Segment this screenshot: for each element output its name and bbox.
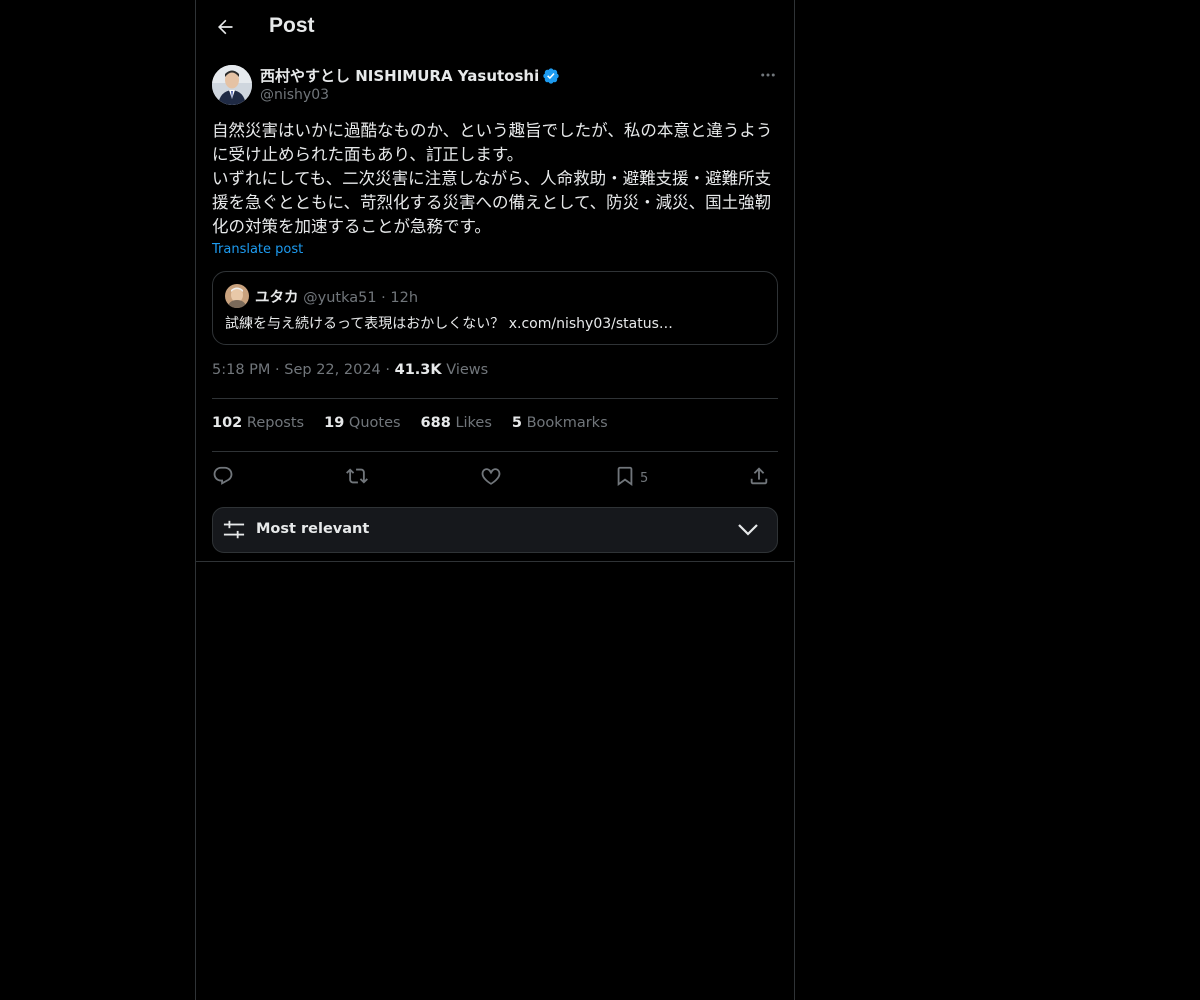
stat-bookmarks[interactable]: 5 Bookmarks xyxy=(512,415,608,431)
page-title: Post xyxy=(269,14,315,37)
more-options-button[interactable] xyxy=(756,64,780,86)
main-column: Post 西村やすとし NISHIMURA Yasutoshi @nishy03… xyxy=(195,0,795,1000)
quote-avatar-image xyxy=(225,284,249,308)
share-button[interactable] xyxy=(748,462,770,490)
repost-icon xyxy=(346,468,368,484)
post-stats: 102 Reposts 19 Quotes 688 Likes 5 Bookma… xyxy=(212,415,608,431)
more-dots-icon xyxy=(761,73,775,77)
post-date[interactable]: Sep 22, 2024 xyxy=(284,362,381,378)
stat-number: 19 xyxy=(324,415,345,431)
repost-button[interactable] xyxy=(346,462,368,490)
meta-separator: · xyxy=(275,362,280,378)
post-meta: 5:18 PM · Sep 22, 2024 · 41.3K Views xyxy=(212,362,488,378)
views-count: 41.3K xyxy=(394,362,442,378)
stat-label: Reposts xyxy=(246,415,305,431)
quoted-post-card[interactable]: ユタカ @yutka51 · 12h 試練を与え続けるって表現はおかしくない？ … xyxy=(212,271,778,345)
like-button[interactable] xyxy=(480,462,502,490)
stat-label: Likes xyxy=(455,415,492,431)
translate-post-link[interactable]: Translate post xyxy=(212,242,303,257)
reply-button[interactable] xyxy=(212,462,234,490)
divider xyxy=(212,398,778,399)
quote-separator: · xyxy=(381,290,386,306)
author-name[interactable]: 西村やすとし NISHIMURA Yasutoshi xyxy=(260,65,539,86)
stat-number: 688 xyxy=(420,415,451,431)
arrow-left-icon xyxy=(218,19,233,35)
stat-label: Quotes xyxy=(348,415,401,431)
quote-text: 試練を与え続けるって表現はおかしくない？ x.com/nishy03/statu… xyxy=(225,316,673,332)
post-text-paragraph-2: いずれにしても、二次災害に注意しながら、人命救助・避難支援・避難所支援を急ぐとと… xyxy=(212,169,772,236)
quote-time[interactable]: 12h xyxy=(390,290,418,306)
views-label: Views xyxy=(446,362,489,378)
author-avatar-image xyxy=(212,65,252,105)
quote-avatar[interactable] xyxy=(225,284,249,308)
author-avatar[interactable] xyxy=(212,65,252,105)
verified-badge-icon xyxy=(543,67,559,84)
sort-label: Most relevant xyxy=(256,521,370,537)
stat-reposts[interactable]: 102 Reposts xyxy=(212,415,304,431)
sliders-icon xyxy=(223,520,245,539)
author-name-row[interactable]: 西村やすとし NISHIMURA Yasutoshi xyxy=(260,65,560,86)
stat-quotes[interactable]: 19 Quotes xyxy=(324,415,400,431)
post-text-paragraph-1: 自然災害はいかに過酷なものか、という趣旨でしたが、私の本意と違うように受け止めら… xyxy=(212,121,773,164)
bookmark-button[interactable]: 5 xyxy=(614,462,648,490)
chevron-down-icon xyxy=(738,524,758,536)
reply-sort-dropdown[interactable]: Most relevant xyxy=(212,507,778,553)
meta-separator: · xyxy=(385,362,390,378)
share-icon xyxy=(750,467,768,485)
quote-author-handle[interactable]: @yutka51 xyxy=(303,290,376,306)
stat-likes[interactable]: 688 Likes xyxy=(421,415,492,431)
divider xyxy=(196,561,794,562)
back-button[interactable] xyxy=(210,12,240,42)
stat-number: 5 xyxy=(511,415,522,431)
divider xyxy=(212,451,778,452)
reply-icon xyxy=(213,466,233,485)
post-time[interactable]: 5:18 PM xyxy=(212,362,270,378)
bookmark-icon xyxy=(617,466,633,487)
top-bar: Post xyxy=(196,0,794,54)
author-handle[interactable]: @nishy03 xyxy=(260,87,329,103)
stat-number: 102 xyxy=(212,415,243,431)
quote-header: ユタカ @yutka51 · 12h xyxy=(255,286,418,307)
action-bar: 5 xyxy=(212,462,778,490)
heart-icon xyxy=(481,468,501,485)
quote-author-name[interactable]: ユタカ xyxy=(255,290,299,306)
bookmark-count: 5 xyxy=(640,470,649,486)
post-text: 自然災害はいかに過酷なものか、という趣旨でしたが、私の本意と違うように受け止めら… xyxy=(212,119,778,239)
stat-label: Bookmarks xyxy=(526,415,608,431)
